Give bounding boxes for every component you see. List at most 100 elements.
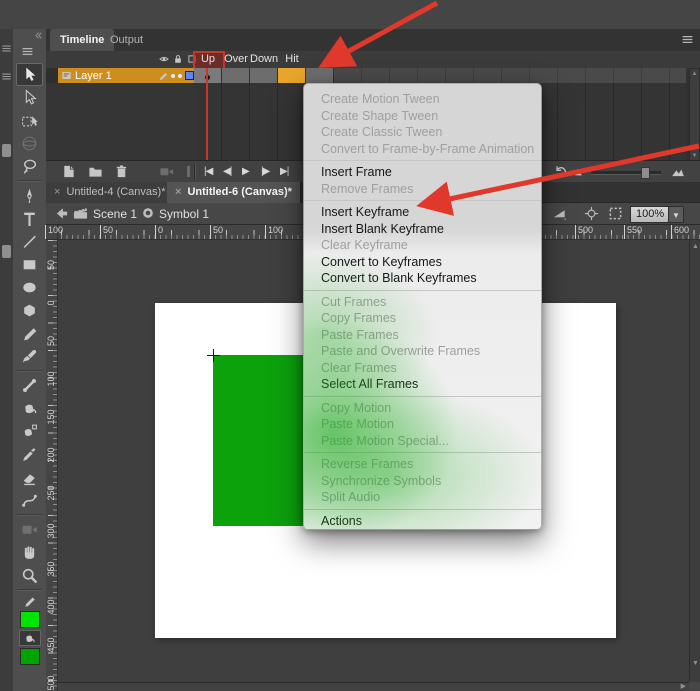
tool-line[interactable] bbox=[16, 230, 43, 253]
menu-item-insert-blank-keyframe[interactable]: Insert Blank Keyframe bbox=[304, 221, 541, 238]
tool-subselection[interactable] bbox=[16, 86, 43, 109]
menu-item-insert-keyframe[interactable]: Insert Keyframe bbox=[304, 204, 541, 221]
stroke-color-swatch[interactable] bbox=[20, 611, 40, 628]
layer-outline-color-swatch[interactable] bbox=[185, 71, 194, 80]
eye-icon[interactable] bbox=[159, 54, 169, 64]
scroll-down-icon[interactable]: ▼ bbox=[692, 660, 699, 668]
ruler-v-label: 250 bbox=[46, 478, 56, 508]
zoom-in-frames-icon[interactable] bbox=[671, 167, 685, 177]
ruler-h-label: 100 bbox=[45, 225, 63, 239]
tab-output[interactable]: Output bbox=[100, 29, 153, 51]
tool-eraser[interactable] bbox=[16, 466, 43, 489]
document-tab-label: Untitled-6 (Canvas)* bbox=[187, 186, 292, 198]
layer-entry[interactable]: Layer 1 bbox=[58, 68, 194, 83]
breadcrumb-scene[interactable]: Scene 1 bbox=[93, 203, 137, 225]
menu-separator bbox=[304, 160, 541, 161]
ruler-v-label: 450 bbox=[46, 630, 56, 660]
tool-pen[interactable] bbox=[16, 184, 43, 207]
dock-panel-tab[interactable] bbox=[2, 245, 11, 258]
scroll-down-icon[interactable]: ▼ bbox=[690, 152, 699, 160]
tools-panel-menu-icon[interactable] bbox=[21, 45, 34, 58]
document-tab-1[interactable]: ×Untitled-4 (Canvas)* bbox=[46, 182, 174, 203]
layer-unlocked-dot[interactable] bbox=[178, 74, 182, 78]
scroll-right-icon[interactable]: ▶ bbox=[681, 683, 686, 691]
tool-separator bbox=[17, 589, 42, 591]
menu-item-select-all-frames[interactable]: Select All Frames bbox=[304, 376, 541, 393]
tool-pencil[interactable] bbox=[16, 322, 43, 345]
menu-item-insert-frame[interactable]: Insert Frame bbox=[304, 164, 541, 181]
new-folder-icon[interactable] bbox=[88, 164, 103, 179]
horizontal-scrollbar[interactable]: ▶ bbox=[58, 682, 689, 691]
collapse-panel-icon[interactable] bbox=[34, 31, 43, 40]
dock-panel-tab[interactable] bbox=[2, 144, 11, 157]
tool-asset-warp[interactable] bbox=[16, 489, 43, 512]
frame-cell-1[interactable] bbox=[194, 68, 222, 83]
menu-item-create-shape-tween: Create Shape Tween bbox=[304, 108, 541, 125]
undo-loop-icon[interactable] bbox=[554, 164, 568, 178]
close-tab-icon[interactable]: × bbox=[54, 186, 60, 198]
crosshair-registration-icon[interactable] bbox=[584, 206, 599, 221]
tool-brush[interactable] bbox=[16, 345, 43, 368]
breadcrumb-symbol[interactable]: Symbol 1 bbox=[159, 203, 209, 225]
tool-eyedropper[interactable] bbox=[16, 443, 43, 466]
ruler-v-label: 50 bbox=[46, 326, 56, 356]
edit-symbols-icon[interactable] bbox=[552, 206, 567, 221]
scene-clapperboard-icon[interactable] bbox=[73, 206, 88, 221]
tool-camera bbox=[16, 518, 43, 541]
tool-free-transform[interactable] bbox=[16, 109, 43, 132]
lock-icon[interactable] bbox=[173, 54, 183, 64]
menu-item-convert-to-blank-keyframes[interactable]: Convert to Blank Keyframes bbox=[304, 270, 541, 287]
tool-paint-bucket[interactable] bbox=[16, 397, 43, 420]
play-button[interactable]: ▶ bbox=[242, 161, 249, 183]
tool-rectangle[interactable] bbox=[16, 253, 43, 276]
zoom-out-frames-icon[interactable] bbox=[574, 169, 583, 176]
frame-cell-3[interactable] bbox=[250, 68, 278, 83]
close-tab-icon[interactable]: × bbox=[175, 186, 181, 198]
layer-visible-dot[interactable] bbox=[171, 74, 175, 78]
dock-menu-icon[interactable] bbox=[1, 71, 12, 82]
document-tab-2-active[interactable]: × Untitled-6 (Canvas)* bbox=[167, 182, 301, 203]
fill-color-swatch[interactable] bbox=[20, 648, 40, 665]
last-frame-button[interactable]: ▶| bbox=[280, 161, 288, 183]
vertical-scrollbar[interactable]: ▲ ▼ bbox=[689, 240, 700, 682]
tool-oval[interactable] bbox=[16, 276, 43, 299]
frame-size-slider-handle[interactable] bbox=[641, 167, 650, 179]
menu-item-convert-to-keyframes[interactable]: Convert to Keyframes bbox=[304, 254, 541, 271]
zoom-dropdown-button[interactable]: ▼ bbox=[668, 206, 684, 223]
tool-selection[interactable] bbox=[16, 63, 43, 86]
ruler-v-label: 150 bbox=[46, 402, 56, 432]
prev-frame-button[interactable]: ◀| bbox=[223, 161, 231, 183]
fill-color-icon[interactable] bbox=[19, 630, 41, 646]
tool-magnifier[interactable] bbox=[16, 564, 43, 587]
frame-cell-5[interactable] bbox=[306, 68, 334, 83]
playhead-line[interactable] bbox=[206, 68, 208, 160]
tool-ink-bottle[interactable] bbox=[16, 420, 43, 443]
tool-hand[interactable] bbox=[16, 541, 43, 564]
frame-size-slider-track[interactable] bbox=[591, 171, 661, 175]
scroll-up-icon[interactable]: ▲ bbox=[692, 243, 699, 251]
frame-cell-4-selected[interactable] bbox=[278, 68, 306, 83]
tool-lasso[interactable] bbox=[16, 155, 43, 178]
scroll-up-icon[interactable]: ▲ bbox=[690, 70, 699, 78]
ruler-v-label: 200 bbox=[46, 440, 56, 470]
frame-cell-2[interactable] bbox=[222, 68, 250, 83]
panel-menu-icon[interactable] bbox=[681, 33, 694, 46]
symbol-icon[interactable] bbox=[141, 206, 155, 220]
stroke-color-icon[interactable] bbox=[19, 593, 41, 609]
next-frame-button[interactable]: |▶ bbox=[261, 161, 269, 183]
tool-polystar[interactable] bbox=[16, 299, 43, 322]
menu-item-create-motion-tween: Create Motion Tween bbox=[304, 91, 541, 108]
tool-bone[interactable] bbox=[16, 374, 43, 397]
tool-text[interactable] bbox=[16, 207, 43, 230]
new-layer-icon[interactable] bbox=[61, 164, 76, 179]
timeline-scrollbar[interactable]: ▲ ▼ bbox=[689, 68, 700, 162]
vertical-ruler: 50050100150200250300350400450500 bbox=[46, 240, 58, 691]
delete-layer-icon[interactable] bbox=[114, 164, 129, 179]
clip-to-stage-icon[interactable] bbox=[608, 206, 623, 221]
dock-menu-icon[interactable] bbox=[1, 43, 12, 54]
first-frame-button[interactable]: |◀ bbox=[204, 161, 212, 183]
layer-row[interactable]: Layer 1 bbox=[46, 68, 700, 83]
layer-name[interactable]: Layer 1 bbox=[75, 70, 155, 82]
back-arrow-icon[interactable] bbox=[54, 206, 69, 221]
menu-item-actions[interactable]: Actions bbox=[304, 513, 541, 530]
